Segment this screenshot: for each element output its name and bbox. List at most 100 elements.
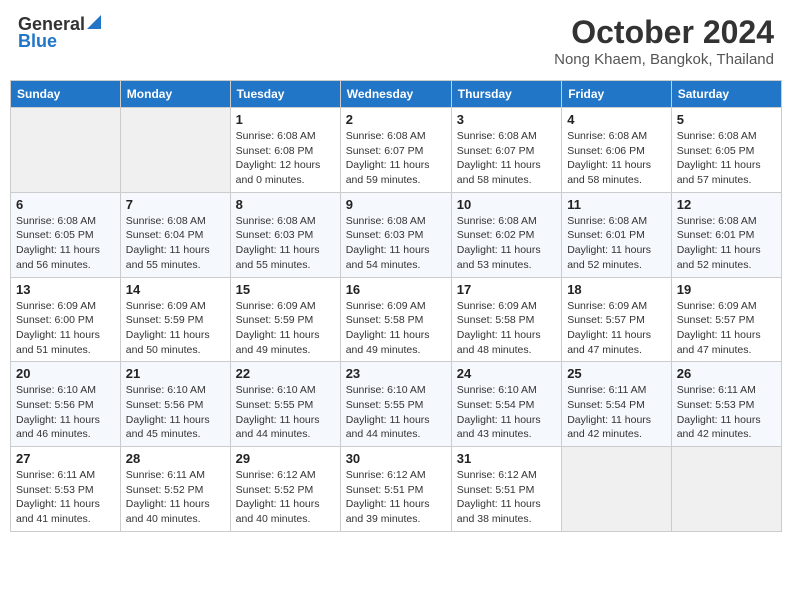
calendar-cell: 4 Sunrise: 6:08 AMSunset: 6:06 PMDayligh… xyxy=(562,108,672,193)
calendar-cell: 6 Sunrise: 6:08 AMSunset: 6:05 PMDayligh… xyxy=(11,192,121,277)
calendar-cell xyxy=(671,447,781,532)
calendar-cell: 1 Sunrise: 6:08 AMSunset: 6:08 PMDayligh… xyxy=(230,108,340,193)
day-number: 1 xyxy=(236,112,335,127)
day-number: 4 xyxy=(567,112,666,127)
day-detail: Sunrise: 6:08 AMSunset: 6:07 PMDaylight:… xyxy=(346,130,430,186)
day-detail: Sunrise: 6:08 AMSunset: 6:03 PMDaylight:… xyxy=(346,215,430,271)
day-detail: Sunrise: 6:08 AMSunset: 6:05 PMDaylight:… xyxy=(16,215,100,271)
day-number: 9 xyxy=(346,197,446,212)
weekday-header-row: SundayMondayTuesdayWednesdayThursdayFrid… xyxy=(11,81,782,108)
calendar-cell: 7 Sunrise: 6:08 AMSunset: 6:04 PMDayligh… xyxy=(120,192,230,277)
day-detail: Sunrise: 6:12 AMSunset: 5:51 PMDaylight:… xyxy=(457,469,541,525)
calendar-cell: 15 Sunrise: 6:09 AMSunset: 5:59 PMDaylig… xyxy=(230,277,340,362)
day-number: 19 xyxy=(677,282,776,297)
week-row-2: 6 Sunrise: 6:08 AMSunset: 6:05 PMDayligh… xyxy=(11,192,782,277)
day-number: 25 xyxy=(567,366,666,381)
day-number: 26 xyxy=(677,366,776,381)
day-detail: Sunrise: 6:09 AMSunset: 5:58 PMDaylight:… xyxy=(346,300,430,356)
calendar-cell: 3 Sunrise: 6:08 AMSunset: 6:07 PMDayligh… xyxy=(451,108,561,193)
day-number: 30 xyxy=(346,451,446,466)
calendar-cell: 14 Sunrise: 6:09 AMSunset: 5:59 PMDaylig… xyxy=(120,277,230,362)
week-row-5: 27 Sunrise: 6:11 AMSunset: 5:53 PMDaylig… xyxy=(11,447,782,532)
day-detail: Sunrise: 6:09 AMSunset: 5:59 PMDaylight:… xyxy=(236,300,320,356)
calendar-cell: 25 Sunrise: 6:11 AMSunset: 5:54 PMDaylig… xyxy=(562,362,672,447)
day-number: 14 xyxy=(126,282,225,297)
calendar-cell: 10 Sunrise: 6:08 AMSunset: 6:02 PMDaylig… xyxy=(451,192,561,277)
day-detail: Sunrise: 6:08 AMSunset: 6:04 PMDaylight:… xyxy=(126,215,210,271)
day-detail: Sunrise: 6:08 AMSunset: 6:02 PMDaylight:… xyxy=(457,215,541,271)
day-number: 3 xyxy=(457,112,556,127)
calendar-cell: 12 Sunrise: 6:08 AMSunset: 6:01 PMDaylig… xyxy=(671,192,781,277)
day-number: 22 xyxy=(236,366,335,381)
calendar-cell: 29 Sunrise: 6:12 AMSunset: 5:52 PMDaylig… xyxy=(230,447,340,532)
calendar-cell: 19 Sunrise: 6:09 AMSunset: 5:57 PMDaylig… xyxy=(671,277,781,362)
day-detail: Sunrise: 6:11 AMSunset: 5:53 PMDaylight:… xyxy=(677,384,761,440)
calendar-cell xyxy=(562,447,672,532)
day-number: 6 xyxy=(16,197,115,212)
day-detail: Sunrise: 6:10 AMSunset: 5:56 PMDaylight:… xyxy=(126,384,210,440)
weekday-header-thursday: Thursday xyxy=(451,81,561,108)
calendar-cell: 11 Sunrise: 6:08 AMSunset: 6:01 PMDaylig… xyxy=(562,192,672,277)
calendar-cell: 31 Sunrise: 6:12 AMSunset: 5:51 PMDaylig… xyxy=(451,447,561,532)
day-number: 28 xyxy=(126,451,225,466)
calendar-table: SundayMondayTuesdayWednesdayThursdayFrid… xyxy=(10,80,782,532)
day-detail: Sunrise: 6:08 AMSunset: 6:06 PMDaylight:… xyxy=(567,130,651,186)
day-number: 15 xyxy=(236,282,335,297)
day-detail: Sunrise: 6:08 AMSunset: 6:03 PMDaylight:… xyxy=(236,215,320,271)
day-number: 11 xyxy=(567,197,666,212)
calendar-cell: 30 Sunrise: 6:12 AMSunset: 5:51 PMDaylig… xyxy=(340,447,451,532)
day-number: 27 xyxy=(16,451,115,466)
weekday-header-friday: Friday xyxy=(562,81,672,108)
day-detail: Sunrise: 6:08 AMSunset: 6:01 PMDaylight:… xyxy=(677,215,761,271)
week-row-1: 1 Sunrise: 6:08 AMSunset: 6:08 PMDayligh… xyxy=(11,108,782,193)
day-detail: Sunrise: 6:12 AMSunset: 5:51 PMDaylight:… xyxy=(346,469,430,525)
weekday-header-monday: Monday xyxy=(120,81,230,108)
day-detail: Sunrise: 6:08 AMSunset: 6:05 PMDaylight:… xyxy=(677,130,761,186)
day-number: 8 xyxy=(236,197,335,212)
calendar-title: October 2024 xyxy=(554,14,774,51)
calendar-cell: 21 Sunrise: 6:10 AMSunset: 5:56 PMDaylig… xyxy=(120,362,230,447)
page-header: General Blue October 2024 Nong Khaem, Ba… xyxy=(10,10,782,72)
day-detail: Sunrise: 6:09 AMSunset: 5:57 PMDaylight:… xyxy=(677,300,761,356)
calendar-subtitle: Nong Khaem, Bangkok, Thailand xyxy=(554,51,774,68)
week-row-4: 20 Sunrise: 6:10 AMSunset: 5:56 PMDaylig… xyxy=(11,362,782,447)
day-number: 17 xyxy=(457,282,556,297)
calendar-cell: 16 Sunrise: 6:09 AMSunset: 5:58 PMDaylig… xyxy=(340,277,451,362)
day-detail: Sunrise: 6:10 AMSunset: 5:55 PMDaylight:… xyxy=(236,384,320,440)
day-detail: Sunrise: 6:11 AMSunset: 5:54 PMDaylight:… xyxy=(567,384,651,440)
day-number: 23 xyxy=(346,366,446,381)
day-number: 7 xyxy=(126,197,225,212)
calendar-cell: 23 Sunrise: 6:10 AMSunset: 5:55 PMDaylig… xyxy=(340,362,451,447)
week-row-3: 13 Sunrise: 6:09 AMSunset: 6:00 PMDaylig… xyxy=(11,277,782,362)
day-detail: Sunrise: 6:09 AMSunset: 6:00 PMDaylight:… xyxy=(16,300,100,356)
calendar-cell xyxy=(120,108,230,193)
day-detail: Sunrise: 6:12 AMSunset: 5:52 PMDaylight:… xyxy=(236,469,320,525)
day-detail: Sunrise: 6:09 AMSunset: 5:57 PMDaylight:… xyxy=(567,300,651,356)
day-detail: Sunrise: 6:10 AMSunset: 5:56 PMDaylight:… xyxy=(16,384,100,440)
day-detail: Sunrise: 6:11 AMSunset: 5:53 PMDaylight:… xyxy=(16,469,100,525)
day-number: 18 xyxy=(567,282,666,297)
day-number: 13 xyxy=(16,282,115,297)
calendar-cell: 22 Sunrise: 6:10 AMSunset: 5:55 PMDaylig… xyxy=(230,362,340,447)
calendar-cell xyxy=(11,108,121,193)
day-detail: Sunrise: 6:10 AMSunset: 5:55 PMDaylight:… xyxy=(346,384,430,440)
day-number: 2 xyxy=(346,112,446,127)
day-number: 21 xyxy=(126,366,225,381)
weekday-header-sunday: Sunday xyxy=(11,81,121,108)
day-detail: Sunrise: 6:09 AMSunset: 5:58 PMDaylight:… xyxy=(457,300,541,356)
calendar-cell: 24 Sunrise: 6:10 AMSunset: 5:54 PMDaylig… xyxy=(451,362,561,447)
calendar-cell: 26 Sunrise: 6:11 AMSunset: 5:53 PMDaylig… xyxy=(671,362,781,447)
weekday-header-tuesday: Tuesday xyxy=(230,81,340,108)
day-detail: Sunrise: 6:09 AMSunset: 5:59 PMDaylight:… xyxy=(126,300,210,356)
day-detail: Sunrise: 6:08 AMSunset: 6:08 PMDaylight:… xyxy=(236,130,321,186)
calendar-cell: 27 Sunrise: 6:11 AMSunset: 5:53 PMDaylig… xyxy=(11,447,121,532)
calendar-cell: 28 Sunrise: 6:11 AMSunset: 5:52 PMDaylig… xyxy=(120,447,230,532)
calendar-cell: 17 Sunrise: 6:09 AMSunset: 5:58 PMDaylig… xyxy=(451,277,561,362)
calendar-cell: 9 Sunrise: 6:08 AMSunset: 6:03 PMDayligh… xyxy=(340,192,451,277)
weekday-header-wednesday: Wednesday xyxy=(340,81,451,108)
day-number: 10 xyxy=(457,197,556,212)
title-block: October 2024 Nong Khaem, Bangkok, Thaila… xyxy=(554,14,774,68)
calendar-cell: 20 Sunrise: 6:10 AMSunset: 5:56 PMDaylig… xyxy=(11,362,121,447)
day-number: 20 xyxy=(16,366,115,381)
weekday-header-saturday: Saturday xyxy=(671,81,781,108)
